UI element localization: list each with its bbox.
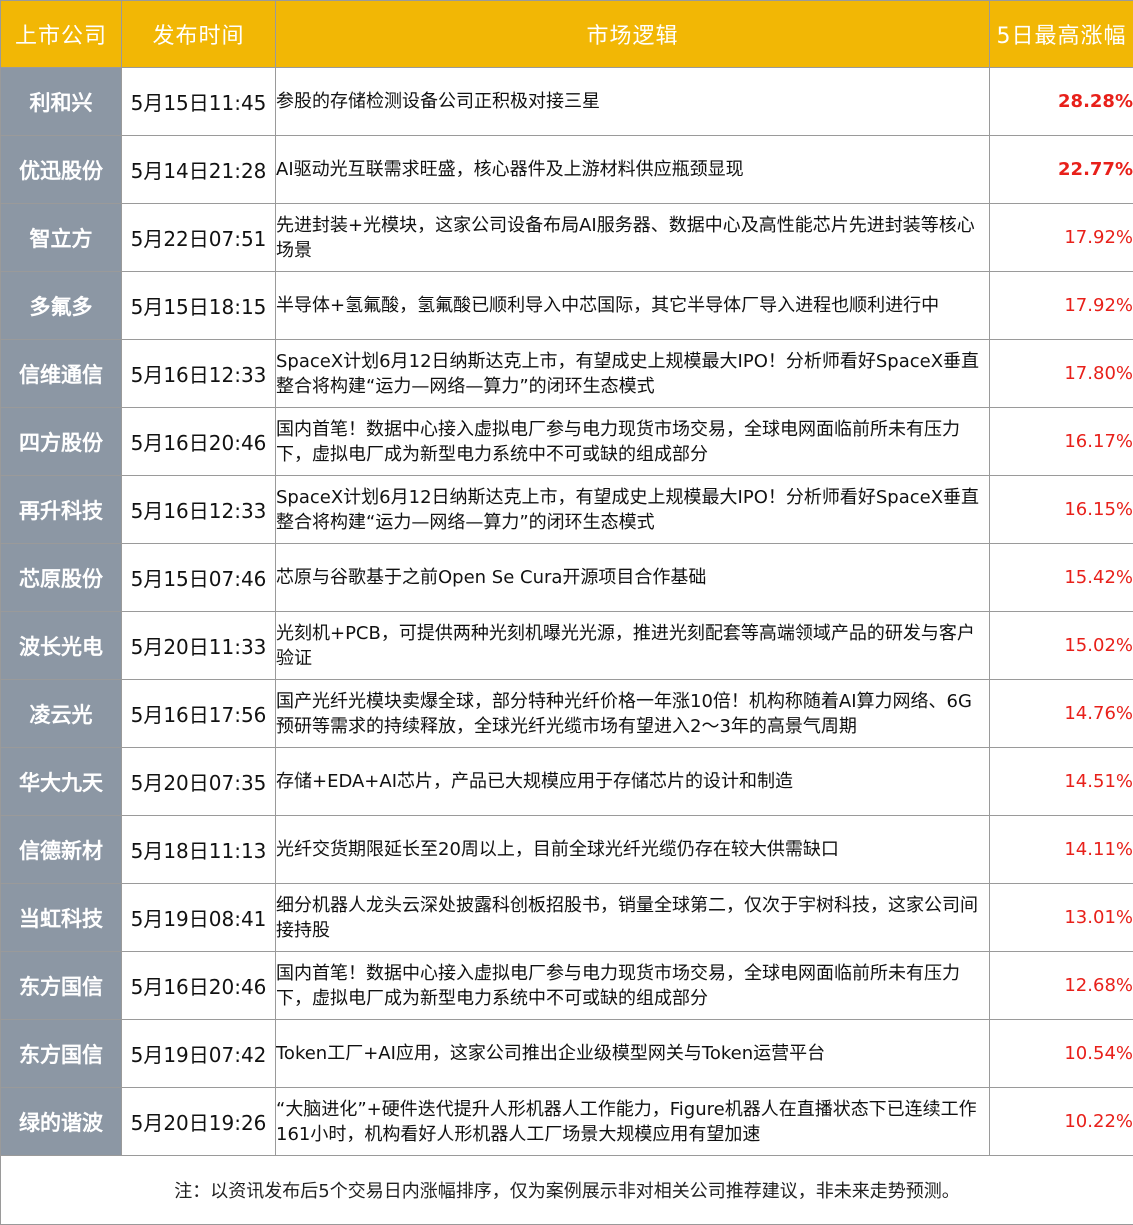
gain-cell: 17.80% xyxy=(989,339,1133,408)
header-time: 发布时间 xyxy=(121,0,276,68)
table-row: 凌云光 5月16日17:56 国产光纤光模块卖爆全球，部分特种光纤价格一年涨10… xyxy=(0,679,1133,748)
header-logic: 市场逻辑 xyxy=(275,0,990,68)
gain-cell: 28.28% xyxy=(989,67,1133,136)
table-row: 当虹科技 5月19日08:41 细分机器人龙头云深处披露科创板招股书，销量全球第… xyxy=(0,883,1133,952)
table-row: 信维通信 5月16日12:33 SpaceX计划6月12日纳斯达克上市，有望成史… xyxy=(0,339,1133,408)
note-row: 注：以资讯发布后5个交易日内涨幅排序，仅为案例展示非对相关公司推荐建议，非未来走… xyxy=(0,1155,1133,1225)
gain-cell: 14.76% xyxy=(989,679,1133,748)
gain-cell: 16.15% xyxy=(989,475,1133,544)
time-cell: 5月15日07:46 xyxy=(121,543,276,612)
gain-cell: 10.54% xyxy=(989,1019,1133,1088)
time-cell: 5月22日07:51 xyxy=(121,203,276,272)
time-cell: 5月14日21:28 xyxy=(121,135,276,204)
table-row: 信德新材 5月18日11:13 光纤交货期限延长至20周以上，目前全球光纤光缆仍… xyxy=(0,815,1133,884)
logic-cell: 参股的存储检测设备公司正积极对接三星 xyxy=(275,67,990,136)
company-cell: 当虹科技 xyxy=(0,883,122,952)
time-cell: 5月18日11:13 xyxy=(121,815,276,884)
time-cell: 5月16日12:33 xyxy=(121,475,276,544)
time-cell: 5月16日12:33 xyxy=(121,339,276,408)
logic-cell: 国产光纤光模块卖爆全球，部分特种光纤价格一年涨10倍！机构称随着AI算力网络、6… xyxy=(275,679,990,748)
table-row: 智立方 5月22日07:51 先进封装+光模块，这家公司设备布局AI服务器、数据… xyxy=(0,203,1133,272)
company-cell: 凌云光 xyxy=(0,679,122,748)
time-cell: 5月15日11:45 xyxy=(121,67,276,136)
table-row: 四方股份 5月16日20:46 国内首笔！数据中心接入虚拟电厂参与电力现货市场交… xyxy=(0,407,1133,476)
gain-cell: 22.77% xyxy=(989,135,1133,204)
gain-cell: 14.11% xyxy=(989,815,1133,884)
gain-cell: 15.42% xyxy=(989,543,1133,612)
time-cell: 5月16日20:46 xyxy=(121,407,276,476)
logic-cell: 国内首笔！数据中心接入虚拟电厂参与电力现货市场交易，全球电网面临前所未有压力下，… xyxy=(275,951,990,1020)
company-cell: 信维通信 xyxy=(0,339,122,408)
company-cell: 信德新材 xyxy=(0,815,122,884)
company-cell: 华大九天 xyxy=(0,747,122,816)
company-cell: 四方股份 xyxy=(0,407,122,476)
logic-cell: “大脑进化”+硬件迭代提升人形机器人工作能力，Figure机器人在直播状态下已连… xyxy=(275,1087,990,1156)
logic-cell: Token工厂+AI应用，这家公司推出企业级模型网关与Token运营平台 xyxy=(275,1019,990,1088)
logic-cell: 先进封装+光模块，这家公司设备布局AI服务器、数据中心及高性能芯片先进封装等核心… xyxy=(275,203,990,272)
logic-cell: 存储+EDA+AI芯片，产品已大规模应用于存储芯片的设计和制造 xyxy=(275,747,990,816)
header-row: 上市公司 发布时间 市场逻辑 5日最高涨幅 xyxy=(0,0,1133,68)
time-cell: 5月20日11:33 xyxy=(121,611,276,680)
gain-cell: 17.92% xyxy=(989,203,1133,272)
company-cell: 芯原股份 xyxy=(0,543,122,612)
time-cell: 5月20日07:35 xyxy=(121,747,276,816)
logic-cell: 半导体+氢氟酸，氢氟酸已顺利导入中芯国际，其它半导体厂导入进程也顺利进行中 xyxy=(275,271,990,340)
company-cell: 智立方 xyxy=(0,203,122,272)
logic-cell: SpaceX计划6月12日纳斯达克上市，有望成史上规模最大IPO！分析师看好Sp… xyxy=(275,339,990,408)
table-row: 芯原股份 5月15日07:46 芯原与谷歌基于之前Open Se Cura开源项… xyxy=(0,543,1133,612)
gain-cell: 15.02% xyxy=(989,611,1133,680)
logic-cell: 国内首笔！数据中心接入虚拟电厂参与电力现货市场交易，全球电网面临前所未有压力下，… xyxy=(275,407,990,476)
company-cell: 绿的谐波 xyxy=(0,1087,122,1156)
table-row: 利和兴 5月15日11:45 参股的存储检测设备公司正积极对接三星 28.28% xyxy=(0,67,1133,136)
gain-cell: 12.68% xyxy=(989,951,1133,1020)
gain-cell: 10.22% xyxy=(989,1087,1133,1156)
logic-cell: 细分机器人龙头云深处披露科创板招股书，销量全球第二，仅次于宇树科技，这家公司间接… xyxy=(275,883,990,952)
time-cell: 5月15日18:15 xyxy=(121,271,276,340)
stock-table: 上市公司 发布时间 市场逻辑 5日最高涨幅 利和兴 5月15日11:45 参股的… xyxy=(0,0,1133,1225)
table-row: 再升科技 5月16日12:33 SpaceX计划6月12日纳斯达克上市，有望成史… xyxy=(0,475,1133,544)
company-cell: 多氟多 xyxy=(0,271,122,340)
logic-cell: 光纤交货期限延长至20周以上，目前全球光纤光缆仍存在较大供需缺口 xyxy=(275,815,990,884)
company-cell: 波长光电 xyxy=(0,611,122,680)
company-cell: 东方国信 xyxy=(0,951,122,1020)
time-cell: 5月20日19:26 xyxy=(121,1087,276,1156)
gain-cell: 17.92% xyxy=(989,271,1133,340)
company-cell: 东方国信 xyxy=(0,1019,122,1088)
time-cell: 5月16日17:56 xyxy=(121,679,276,748)
time-cell: 5月19日08:41 xyxy=(121,883,276,952)
time-cell: 5月19日07:42 xyxy=(121,1019,276,1088)
table-row: 绿的谐波 5月20日19:26 “大脑进化”+硬件迭代提升人形机器人工作能力，F… xyxy=(0,1087,1133,1156)
time-cell: 5月16日20:46 xyxy=(121,951,276,1020)
table-row: 波长光电 5月20日11:33 光刻机+PCB，可提供两种光刻机曝光光源，推进光… xyxy=(0,611,1133,680)
logic-cell: 芯原与谷歌基于之前Open Se Cura开源项目合作基础 xyxy=(275,543,990,612)
disclaimer-note: 注：以资讯发布后5个交易日内涨幅排序，仅为案例展示非对相关公司推荐建议，非未来走… xyxy=(0,1155,1133,1225)
company-cell: 利和兴 xyxy=(0,67,122,136)
gain-cell: 13.01% xyxy=(989,883,1133,952)
gain-cell: 16.17% xyxy=(989,407,1133,476)
table-row: 多氟多 5月15日18:15 半导体+氢氟酸，氢氟酸已顺利导入中芯国际，其它半导… xyxy=(0,271,1133,340)
header-company: 上市公司 xyxy=(0,0,122,68)
company-cell: 再升科技 xyxy=(0,475,122,544)
table-row: 华大九天 5月20日07:35 存储+EDA+AI芯片，产品已大规模应用于存储芯… xyxy=(0,747,1133,816)
gain-cell: 14.51% xyxy=(989,747,1133,816)
header-gain: 5日最高涨幅 xyxy=(989,0,1133,68)
logic-cell: AI驱动光互联需求旺盛，核心器件及上游材料供应瓶颈显现 xyxy=(275,135,990,204)
company-cell: 优迅股份 xyxy=(0,135,122,204)
logic-cell: SpaceX计划6月12日纳斯达克上市，有望成史上规模最大IPO！分析师看好Sp… xyxy=(275,475,990,544)
table-row: 东方国信 5月19日07:42 Token工厂+AI应用，这家公司推出企业级模型… xyxy=(0,1019,1133,1088)
table-row: 东方国信 5月16日20:46 国内首笔！数据中心接入虚拟电厂参与电力现货市场交… xyxy=(0,951,1133,1020)
table-row: 优迅股份 5月14日21:28 AI驱动光互联需求旺盛，核心器件及上游材料供应瓶… xyxy=(0,135,1133,204)
logic-cell: 光刻机+PCB，可提供两种光刻机曝光光源，推进光刻配套等高端领域产品的研发与客户… xyxy=(275,611,990,680)
